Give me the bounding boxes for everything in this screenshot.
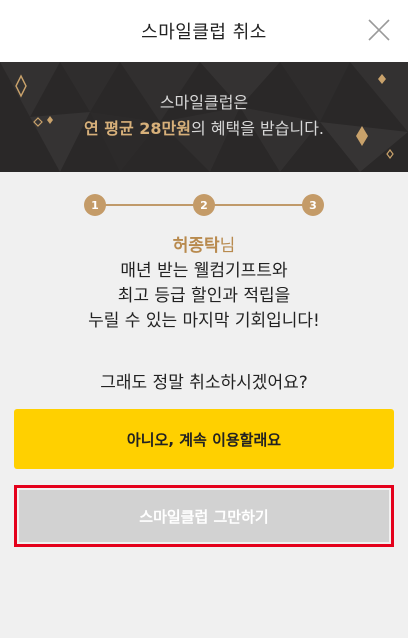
user-greeting: 허종탁님	[0, 234, 408, 259]
banner-highlight: 연 평균 28만원	[83, 119, 191, 138]
header: 스마일클럽 취소	[0, 0, 408, 62]
retention-message: 허종탁님 매년 받는 웰컴기프트와 최고 등급 할인과 적립을 누릴 수 있는 …	[0, 234, 408, 334]
banner-line-2: 연 평균 28만원의 혜택을 받습니다.	[0, 116, 408, 142]
quit-button-highlight: 스마일클럽 그만하기	[14, 485, 394, 547]
banner-text: 스마일클럽은 연 평균 28만원의 혜택을 받습니다.	[0, 90, 408, 142]
step-indicator: 1 2 3	[84, 194, 324, 216]
page-title: 스마일클럽 취소	[141, 22, 267, 43]
close-icon	[368, 19, 390, 41]
banner-line-1: 스마일클럽은	[159, 93, 249, 112]
quit-membership-button[interactable]: 스마일클럽 그만하기	[19, 490, 389, 542]
step-1: 1	[84, 194, 106, 216]
message-line-2: 최고 등급 할인과 적립을	[117, 286, 291, 306]
banner-line-2-rest: 의 혜택을 받습니다.	[190, 119, 325, 138]
honorific: 님	[219, 236, 236, 256]
message-line-3: 누릴 수 있는 마지막 기회입니다!	[88, 311, 320, 331]
message-line-1: 매년 받는 웰컴기프트와	[120, 261, 288, 281]
benefit-banner: 스마일클럽은 연 평균 28만원의 혜택을 받습니다.	[0, 62, 408, 172]
smile-club-cancel-page: 스마일클럽 취소 스마일클럽은 연 평균 28만원의 혜택을 받습니다. 1 2…	[0, 0, 408, 638]
confirm-question: 그래도 정말 취소하시겠어요?	[100, 373, 308, 393]
step-3: 3	[302, 194, 324, 216]
close-button[interactable]	[368, 19, 390, 41]
user-name: 허종탁	[172, 236, 220, 256]
step-2: 2	[193, 194, 215, 216]
keep-membership-button[interactable]: 아니오, 계속 이용할래요	[14, 409, 394, 469]
